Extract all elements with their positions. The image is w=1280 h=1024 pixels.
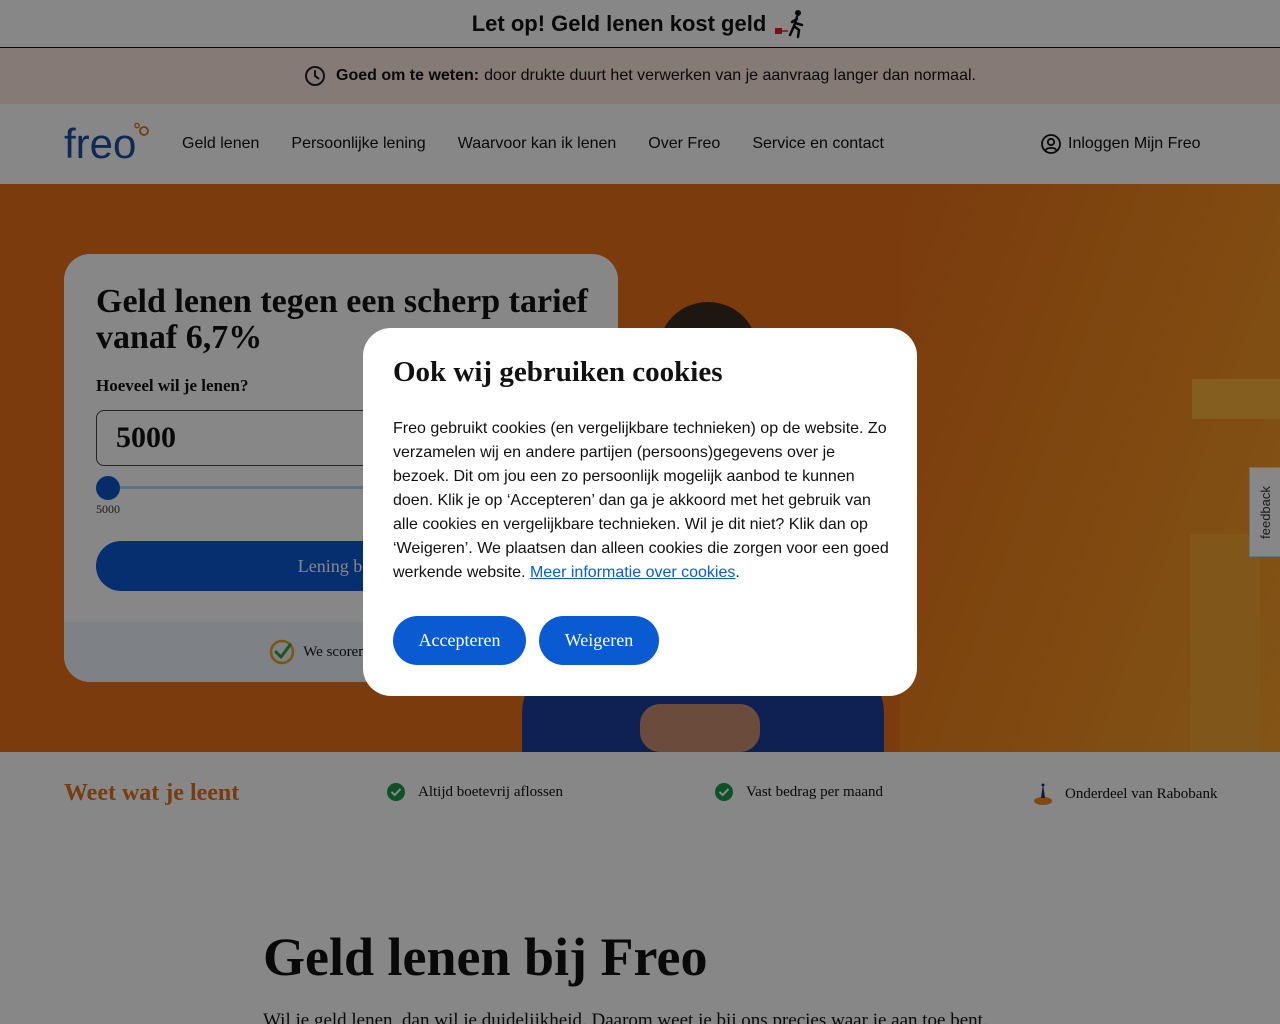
accept-cookies-button[interactable]: Accepteren (393, 616, 526, 665)
cookie-info-link[interactable]: Meer informatie over cookies (530, 564, 735, 581)
cookie-consent-modal: Ook wij gebruiken cookies Freo gebruikt … (363, 328, 917, 696)
cookie-modal-text: Freo gebruikt cookies (en vergelijkbare … (393, 420, 889, 581)
cookie-modal-title: Ook wij gebruiken cookies (393, 356, 723, 388)
reject-cookies-button[interactable]: Weigeren (539, 616, 659, 665)
cookie-modal-body: Freo gebruikt cookies (en vergelijkbare … (393, 420, 889, 581)
